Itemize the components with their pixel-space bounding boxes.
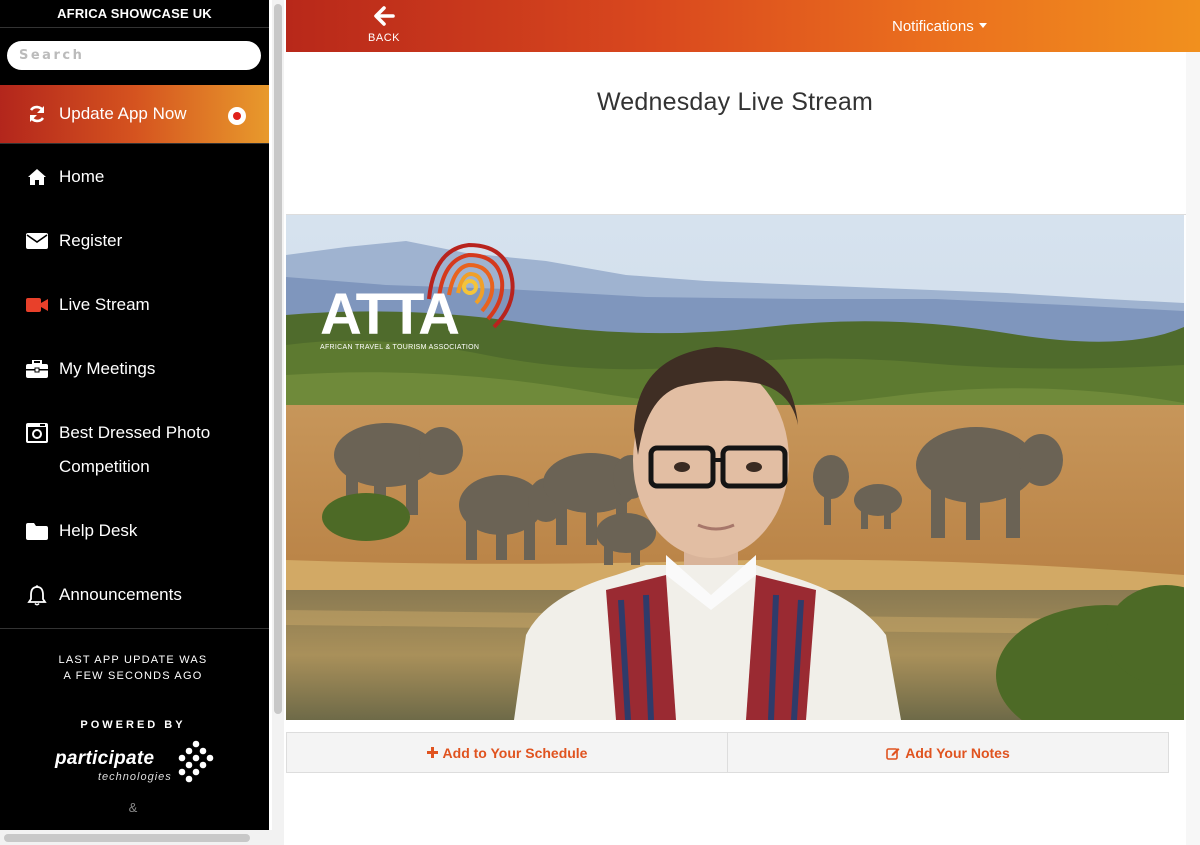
powered-by-label: POWERED BY xyxy=(80,719,186,731)
update-app-button[interactable]: Update App Now xyxy=(0,85,269,143)
sidebar-item-label: Best Dressed Photo Competition xyxy=(59,423,211,476)
briefcase-icon xyxy=(25,352,49,386)
sidebar-item-label: Register xyxy=(59,231,123,250)
sidebar-nav: Home Register Live Stream My Meetings Be… xyxy=(0,143,269,606)
right-gutter xyxy=(1186,52,1200,845)
sidebar-item-live-stream[interactable]: Live Stream xyxy=(0,288,269,322)
divider xyxy=(0,628,269,629)
edit-icon xyxy=(886,746,900,760)
sidebar-item-label: Help Desk xyxy=(59,521,138,540)
sidebar-item-my-meetings[interactable]: My Meetings xyxy=(0,352,269,386)
update-app-label: Update App Now xyxy=(59,104,187,123)
participate-logo-sub: technologies xyxy=(98,771,172,783)
video-camera-icon xyxy=(25,288,49,322)
top-bar: BACK Notifications xyxy=(286,0,1200,52)
sidebar-item-register[interactable]: Register xyxy=(0,224,269,258)
horizontal-scrollbar[interactable] xyxy=(0,830,284,845)
sidebar-item-help-desk[interactable]: Help Desk xyxy=(0,514,269,548)
update-indicator-icon xyxy=(228,107,246,125)
sidebar-item-label: Live Stream xyxy=(59,295,150,314)
scrollbar-thumb[interactable] xyxy=(274,4,282,714)
main-content: Wednesday Live Stream ATTA ® AFRICAN TRA… xyxy=(286,52,1186,845)
envelope-icon xyxy=(25,224,49,258)
plus-icon xyxy=(426,747,438,758)
live-stream-video[interactable]: ATTA ® AFRICAN TRAVEL & TOURISM ASSOCIAT… xyxy=(286,215,1184,720)
search-input[interactable] xyxy=(7,41,261,70)
last-update-text: LAST APP UPDATE WAS A FEW SECONDS AGO xyxy=(58,654,208,682)
add-to-schedule-label: Add to Your Schedule xyxy=(442,744,588,761)
atta-logo-subtitle: AFRICAN TRAVEL & TOURISM ASSOCIATION xyxy=(320,344,480,351)
notifications-dropdown[interactable]: Notifications xyxy=(892,18,987,35)
atta-trademark: ® xyxy=(448,324,455,334)
notifications-label: Notifications xyxy=(892,18,974,35)
bell-icon xyxy=(25,578,49,612)
app-title: AFRICA SHOWCASE UK xyxy=(0,0,269,28)
add-notes-label: Add Your Notes xyxy=(905,744,1010,761)
refresh-icon xyxy=(25,104,49,124)
add-to-schedule-button[interactable]: Add to Your Schedule xyxy=(287,733,727,772)
scrollbar-thumb[interactable] xyxy=(4,834,250,842)
action-bar: Add to Your Schedule Add Your Notes xyxy=(286,732,1169,773)
participate-logo: participate technologies xyxy=(55,740,215,785)
home-icon xyxy=(25,160,49,194)
add-notes-button[interactable]: Add Your Notes xyxy=(727,733,1168,772)
sidebar-item-label: Announcements xyxy=(59,585,182,604)
atta-logo-text: ATTA xyxy=(320,282,460,347)
participate-logo-name: participate xyxy=(55,748,155,769)
atta-logo: ATTA ® AFRICAN TRAVEL & TOURISM ASSOCIAT… xyxy=(320,239,520,359)
back-button[interactable]: BACK xyxy=(364,6,404,44)
ampersand-text: & xyxy=(128,800,138,815)
sidebar-item-announcements[interactable]: Announcements xyxy=(0,578,269,612)
folder-icon xyxy=(25,514,49,548)
back-arrow-icon xyxy=(374,6,395,26)
participate-dots-icon xyxy=(178,740,214,783)
caret-down-icon xyxy=(978,23,987,28)
back-label: BACK xyxy=(368,32,400,44)
sidebar: AFRICA SHOWCASE UK Update App Now Home R… xyxy=(0,0,269,830)
sidebar-item-home[interactable]: Home xyxy=(0,160,269,194)
page-title: Wednesday Live Stream xyxy=(596,88,874,116)
sidebar-item-label: My Meetings xyxy=(59,359,156,378)
camera-icon xyxy=(25,416,49,450)
sidebar-item-best-dressed[interactable]: Best Dressed Photo Competition xyxy=(0,416,269,484)
sidebar-scrollbar[interactable] xyxy=(272,0,284,830)
sidebar-item-label: Home xyxy=(59,167,105,186)
